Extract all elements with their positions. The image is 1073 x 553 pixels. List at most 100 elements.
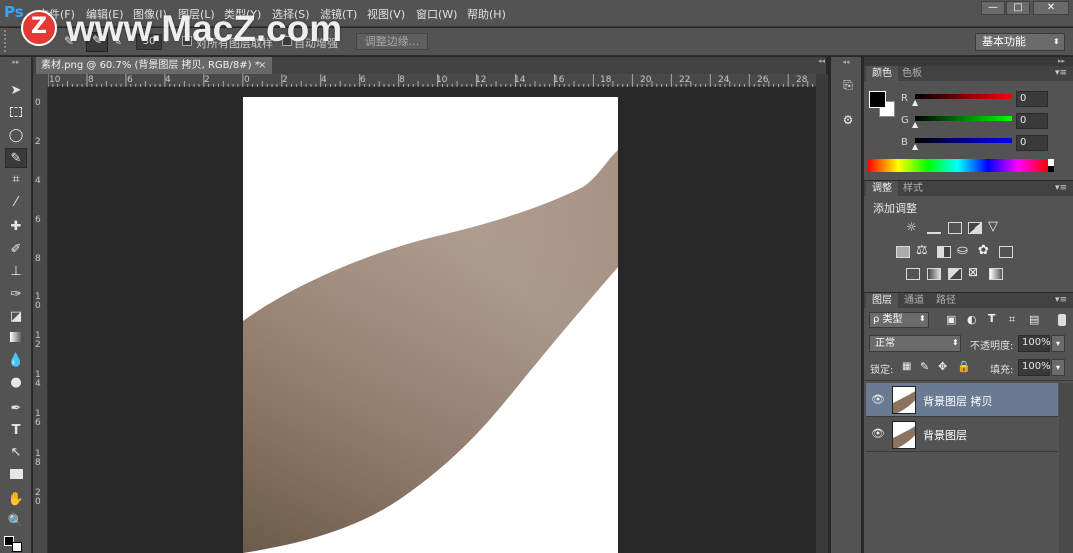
posterize-icon[interactable] xyxy=(927,268,941,280)
canvas-vertical-scrollbar[interactable] xyxy=(816,74,828,553)
color-balance-icon[interactable]: ⚖ xyxy=(916,243,928,258)
gradient-map-icon[interactable] xyxy=(989,268,1003,280)
document-close-icon[interactable]: × xyxy=(258,57,270,74)
black-swatch[interactable] xyxy=(1048,166,1054,172)
right-dock-collapse-icon[interactable]: ▸▸ xyxy=(1058,57,1065,65)
lock-transparent-icon[interactable]: ▦ xyxy=(902,361,911,372)
filter-adjustment-icon[interactable]: ◐ xyxy=(967,313,977,326)
photo-filter-icon[interactable]: ⛀ xyxy=(957,243,968,258)
opacity-chevron-icon[interactable]: ▾ xyxy=(1051,335,1065,352)
filter-type-icon[interactable]: T xyxy=(988,312,996,325)
color-spectrum-bar[interactable] xyxy=(868,159,1048,172)
visibility-eye-icon[interactable]: 👁 xyxy=(871,427,885,440)
marquee-tool-icon[interactable] xyxy=(5,104,27,124)
filter-pixel-icon[interactable]: ▣ xyxy=(946,313,956,326)
dock-collapse-icon[interactable]: ◂◂ xyxy=(832,58,860,66)
healing-brush-tool-icon[interactable]: ✚ xyxy=(5,217,27,237)
workspace-chevron-icon[interactable]: ⬍ xyxy=(1053,37,1060,46)
filter-shape-icon[interactable]: ⌗ xyxy=(1009,313,1015,327)
history-brush-tool-icon[interactable]: ✑ xyxy=(5,285,27,305)
layer-name[interactable]: 背景图层 xyxy=(923,427,967,443)
visibility-eye-icon[interactable]: 👁 xyxy=(871,393,885,406)
ruler-origin[interactable] xyxy=(33,74,48,87)
fill-input[interactable]: 100% xyxy=(1018,359,1051,376)
foreground-color-chip[interactable] xyxy=(869,91,886,108)
history-panel-icon[interactable]: ⎘ xyxy=(838,78,858,96)
threshold-icon[interactable] xyxy=(948,268,962,280)
brightness-icon[interactable]: ☼ xyxy=(906,220,917,234)
color-lookup-icon[interactable] xyxy=(999,246,1013,258)
panel-expand-icon[interactable]: ◂◂ xyxy=(818,57,828,67)
gradient-tool-icon[interactable] xyxy=(5,329,27,349)
tab-adjustments[interactable]: 调整 xyxy=(866,181,898,196)
dodge-tool-icon[interactable]: ● xyxy=(5,373,27,393)
blend-mode-select[interactable]: 正常 xyxy=(869,335,961,352)
crop-tool-icon[interactable]: ⌗ xyxy=(5,170,27,190)
panel-menu-icon[interactable]: ▾≡ xyxy=(1055,68,1067,78)
tab-styles[interactable]: 样式 xyxy=(897,181,929,196)
tab-paths[interactable]: 路径 xyxy=(930,293,962,308)
tab-swatches[interactable]: 色板 xyxy=(896,66,928,81)
channel-mixer-icon[interactable]: ✿ xyxy=(978,243,989,258)
layers-scrollbar[interactable] xyxy=(1059,383,1073,553)
blue-slider[interactable] xyxy=(915,138,1012,143)
rectangle-tool-icon[interactable] xyxy=(5,466,27,486)
panel-menu-icon[interactable]: ▾≡ xyxy=(1055,295,1067,305)
black-white-icon[interactable] xyxy=(937,246,951,258)
blend-chevron-icon[interactable]: ⬍ xyxy=(952,338,959,347)
clone-stamp-tool-icon[interactable]: ⊥ xyxy=(5,262,27,282)
vibrance-icon[interactable]: ▽ xyxy=(988,219,998,234)
menu-help[interactable]: 帮助(H) xyxy=(467,6,506,22)
tab-layers[interactable]: 图层 xyxy=(866,293,898,308)
layer-name[interactable]: 背景图层 拷贝 xyxy=(923,393,993,409)
white-swatch[interactable] xyxy=(1048,159,1054,166)
minimize-button[interactable]: — xyxy=(981,1,1005,15)
tools-collapse-icon[interactable]: ▸▸ xyxy=(2,58,30,66)
document-canvas[interactable] xyxy=(243,97,618,553)
close-window-button[interactable]: ✕ xyxy=(1033,1,1069,15)
slider-thumb-icon[interactable]: ▲ xyxy=(912,98,918,107)
zoom-tool-icon[interactable]: 🔍 xyxy=(5,512,27,532)
lasso-tool-icon[interactable]: ◯ xyxy=(5,126,27,146)
levels-icon[interactable] xyxy=(927,222,941,234)
menu-window[interactable]: 窗口(W) xyxy=(416,6,457,22)
eraser-tool-icon[interactable]: ◪ xyxy=(5,307,27,327)
slider-thumb-icon[interactable]: ▲ xyxy=(912,120,918,129)
maximize-button[interactable]: □ xyxy=(1006,1,1030,15)
invert-icon[interactable] xyxy=(906,268,920,280)
blur-tool-icon[interactable]: 💧 xyxy=(5,351,27,371)
opacity-input[interactable]: 100% xyxy=(1018,335,1051,352)
properties-panel-icon[interactable]: ⚙ xyxy=(838,113,858,131)
background-color-swatch[interactable] xyxy=(12,542,22,552)
green-slider[interactable] xyxy=(915,116,1012,121)
brush-tool-icon[interactable]: ✐ xyxy=(5,240,27,260)
lock-position-icon[interactable]: ✥ xyxy=(938,360,947,373)
fill-chevron-icon[interactable]: ▾ xyxy=(1051,359,1065,376)
workspace-select[interactable]: 基本功能 xyxy=(975,33,1065,51)
pen-tool-icon[interactable]: ✒ xyxy=(5,399,27,419)
tab-color[interactable]: 颜色 xyxy=(866,66,898,81)
options-grip[interactable] xyxy=(4,30,10,52)
filter-chevron-icon[interactable]: ⬍ xyxy=(919,314,926,323)
move-tool-icon[interactable]: ➤ xyxy=(5,81,27,101)
slider-thumb-icon[interactable]: ▲ xyxy=(912,142,918,151)
quick-selection-tool-icon[interactable]: ✎ xyxy=(5,148,27,168)
red-value-input[interactable]: 0 xyxy=(1016,91,1048,107)
hue-saturation-icon[interactable] xyxy=(896,246,910,258)
path-selection-tool-icon[interactable]: ↖ xyxy=(5,443,27,463)
menu-view[interactable]: 视图(V) xyxy=(367,6,405,22)
document-tab[interactable]: 素材.png @ 60.7% (背景图层 拷贝, RGB/8#) * xyxy=(36,57,272,74)
tab-channels[interactable]: 通道 xyxy=(898,293,930,308)
filter-toggle-switch[interactable] xyxy=(1058,314,1066,326)
exposure-icon[interactable] xyxy=(968,222,982,234)
hand-tool-icon[interactable]: ✋ xyxy=(5,490,27,510)
eyedropper-tool-icon[interactable]: ⁄ xyxy=(5,193,27,213)
green-value-input[interactable]: 0 xyxy=(1016,113,1048,129)
filter-smart-object-icon[interactable]: ▤ xyxy=(1029,313,1039,326)
type-tool-icon[interactable]: T xyxy=(5,421,27,441)
curves-icon[interactable] xyxy=(948,222,962,234)
selective-color-icon[interactable]: ⊠ xyxy=(968,265,978,279)
lock-all-icon[interactable]: 🔒 xyxy=(957,360,971,373)
blue-value-input[interactable]: 0 xyxy=(1016,135,1048,151)
red-slider[interactable] xyxy=(915,94,1012,99)
